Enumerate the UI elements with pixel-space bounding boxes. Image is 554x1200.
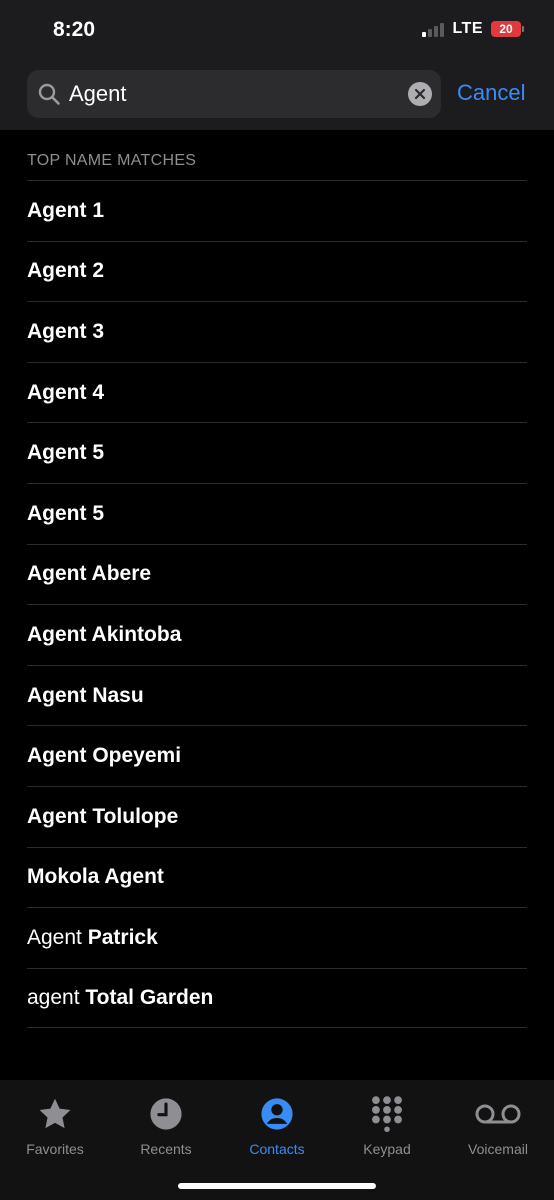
keypad-icon (372, 1096, 402, 1132)
battery-level: 20 (491, 21, 521, 37)
tab-keypad[interactable]: Keypad (332, 1096, 442, 1157)
contact-row[interactable]: Agent Akintoba (27, 604, 527, 665)
contact-name: Agent Tolulope (27, 804, 179, 828)
contact-row[interactable]: Agent Abere (27, 543, 527, 605)
home-indicator[interactable] (178, 1183, 376, 1189)
tab-label: Contacts (249, 1141, 305, 1157)
contact-row[interactable]: Agent 5 (27, 482, 527, 544)
contact-name: Agent Akintoba (27, 622, 182, 646)
contact-row[interactable]: Agent 2 (27, 240, 527, 302)
search-icon (38, 83, 60, 105)
contact-name: Agent 3 (27, 319, 105, 343)
contact-row[interactable]: Agent Patrick (27, 907, 527, 968)
contact-row[interactable]: Agent 3 (27, 301, 527, 362)
contact-row[interactable]: Agent Tolulope (27, 785, 527, 847)
contact-first-name: Agent (27, 925, 82, 949)
status-indicators: LTE 20 (422, 20, 524, 38)
tab-bar: Favorites Recents Contacts Keypad Voicem… (0, 1080, 554, 1200)
cancel-button[interactable]: Cancel (457, 80, 525, 106)
contact-name: Agent 1 (27, 198, 105, 222)
header: 8:20 LTE 20 Agent Cancel (0, 0, 554, 130)
battery-icon: 20 (491, 21, 524, 37)
tab-label: Favorites (26, 1141, 84, 1157)
person-circle-icon (261, 1098, 293, 1130)
contact-name: Agent Nasu (27, 683, 144, 707)
contact-name: Agent 2 (27, 259, 105, 283)
contact-row[interactable]: agent Total Garden (27, 967, 527, 1029)
contact-last-name: Total Garden (85, 986, 214, 1010)
tab-contacts[interactable]: Contacts (222, 1096, 332, 1157)
section-title: TOP NAME MATCHES (27, 152, 197, 169)
search-field[interactable]: Agent (27, 70, 441, 118)
contact-first-name: agent (27, 986, 80, 1010)
star-icon (39, 1098, 71, 1129)
contact-name: Agent Opeyemi (27, 744, 182, 768)
contact-name: Agent 5 (27, 441, 105, 465)
contact-row[interactable]: Agent 5 (27, 422, 527, 483)
contact-row[interactable]: Agent 1 (27, 180, 527, 241)
clock-icon (150, 1098, 182, 1130)
contact-name: Agent 4 (27, 380, 105, 404)
signal-icon (422, 21, 445, 37)
tab-favorites[interactable]: Favorites (0, 1096, 110, 1157)
contact-row[interactable]: Agent 4 (27, 361, 527, 423)
contact-last-name: Patrick (87, 925, 158, 949)
contact-row[interactable]: Agent Opeyemi (27, 725, 527, 786)
clear-icon[interactable] (408, 82, 432, 106)
status-time: 8:20 (53, 18, 96, 41)
contact-row[interactable]: Agent Nasu (27, 664, 527, 726)
voicemail-icon (475, 1104, 521, 1124)
tab-label: Keypad (363, 1141, 411, 1157)
contact-list: Agent 1 Agent 2 Agent 3 Agent 4 Agent 5 … (27, 180, 527, 1029)
tab-voicemail[interactable]: Voicemail (443, 1096, 553, 1157)
contact-name: Mokola Agent (27, 865, 164, 889)
tab-recents[interactable]: Recents (111, 1096, 221, 1157)
tab-label: Voicemail (468, 1141, 528, 1157)
contact-name: Agent Abere (27, 562, 152, 586)
contact-row[interactable]: Mokola Agent (27, 846, 527, 908)
contact-name: Agent 5 (27, 501, 105, 525)
network-type: LTE (452, 20, 483, 37)
search-input[interactable]: Agent (69, 80, 127, 108)
tab-label: Recents (140, 1141, 192, 1157)
